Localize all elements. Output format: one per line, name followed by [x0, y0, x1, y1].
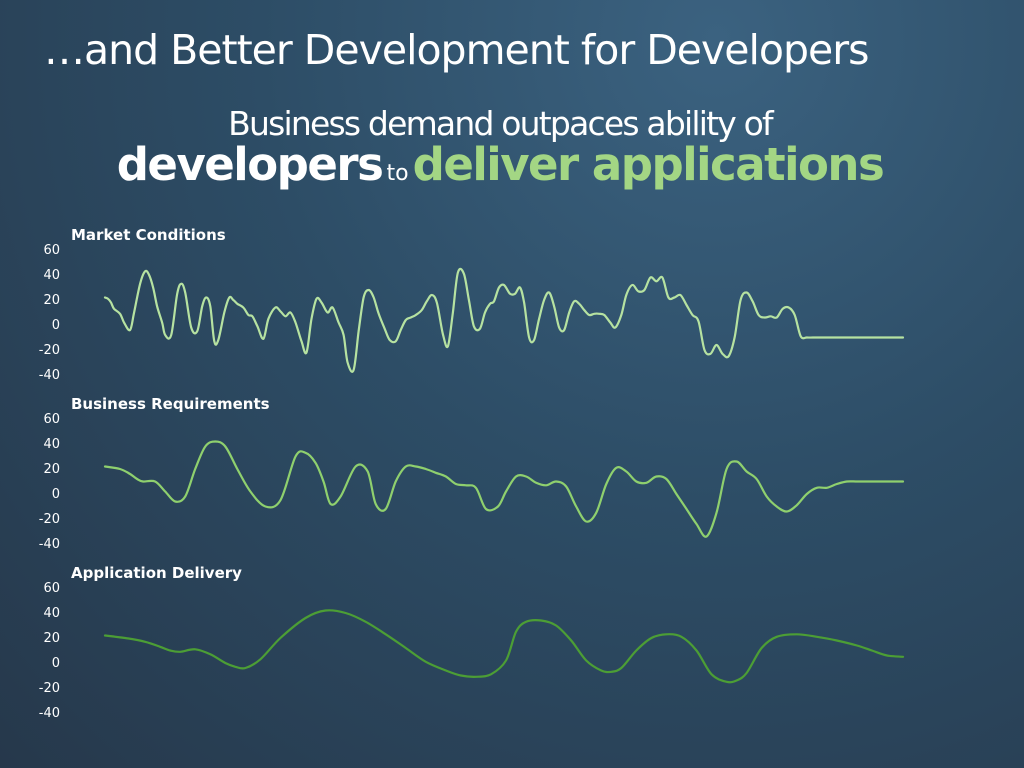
series-line — [103, 609, 905, 684]
y-tick-label: 60 — [43, 581, 60, 596]
application-delivery-chart: Application Delivery 60 40 20 0 -20 -40 — [0, 564, 1024, 732]
y-tick-label: 40 — [43, 268, 60, 283]
y-tick-label: 20 — [43, 293, 60, 308]
y-tick-label: 0 — [52, 656, 60, 671]
y-tick-label: -20 — [39, 343, 60, 358]
y-tick-label: -40 — [39, 368, 60, 383]
y-tick-label: 40 — [43, 606, 60, 621]
series-line — [103, 440, 905, 538]
subtitle-word-developers: developers — [116, 138, 384, 191]
subtitle-word-to: to — [386, 161, 409, 186]
market-conditions-chart: Market Conditions 60 40 20 0 -20 -40 — [0, 226, 1024, 394]
business-requirements-plot: 60 40 20 0 -20 -40 — [39, 412, 905, 552]
y-tick-label: -20 — [39, 512, 60, 527]
y-tick-label: 0 — [52, 487, 60, 502]
market-conditions-plot: 60 40 20 0 -20 -40 — [39, 243, 905, 383]
y-tick-label: 40 — [43, 437, 60, 452]
y-tick-label: 20 — [43, 631, 60, 646]
y-tick-label: -40 — [39, 706, 60, 721]
y-tick-label: -20 — [39, 681, 60, 696]
subtitle-word-deliver: deliver applications — [412, 138, 885, 191]
y-tick-label: 0 — [52, 318, 60, 333]
y-tick-label: -40 — [39, 537, 60, 552]
y-tick-label: 20 — [43, 462, 60, 477]
series-line — [103, 267, 905, 373]
subtitle-line-2: developers to deliver applications — [0, 138, 1000, 191]
y-tick-label: 60 — [43, 412, 60, 427]
business-requirements-chart: Business Requirements 60 40 20 0 -20 -40 — [0, 395, 1024, 563]
y-tick-label: 60 — [43, 243, 60, 258]
slide-title: …and Better Development for Developers — [44, 26, 869, 74]
application-delivery-plot: 60 40 20 0 -20 -40 — [39, 581, 905, 721]
